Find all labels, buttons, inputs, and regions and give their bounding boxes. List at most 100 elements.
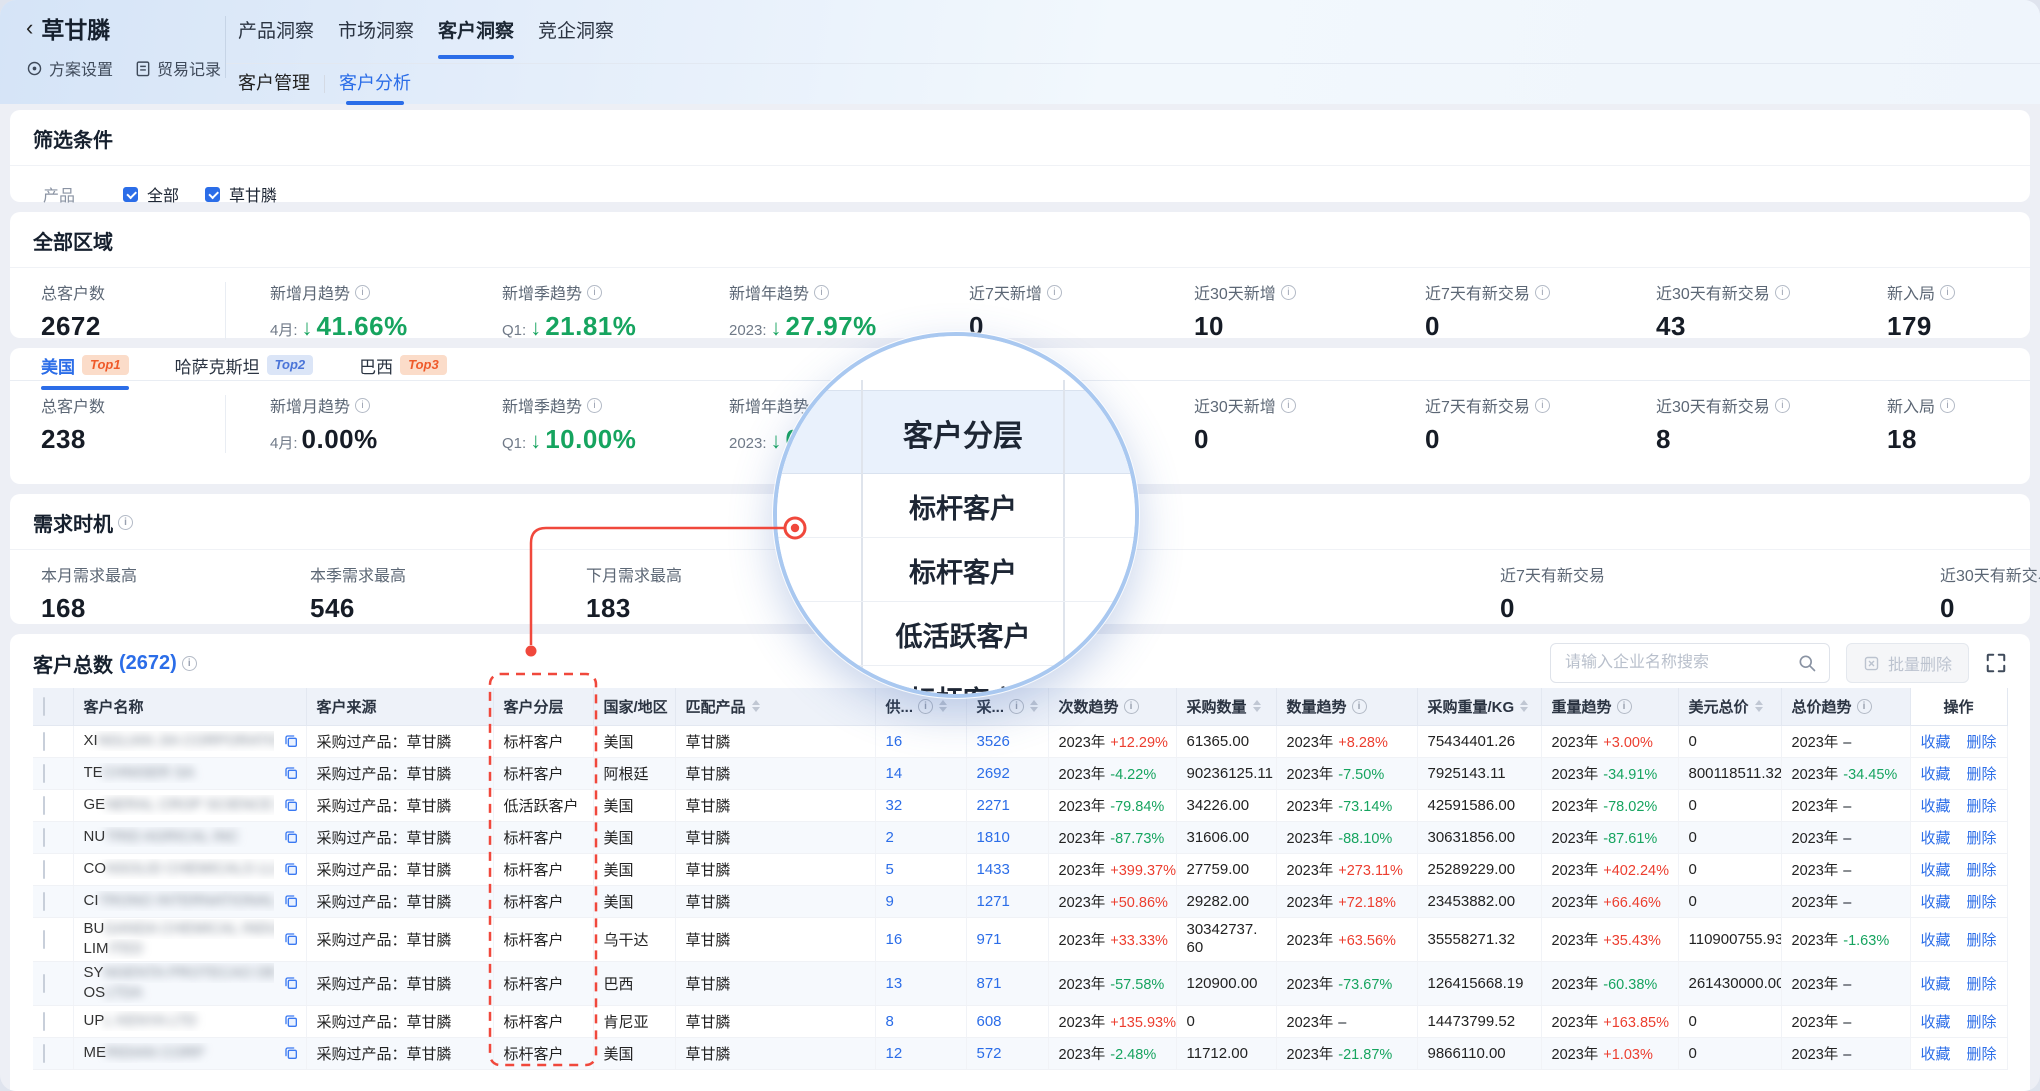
- delete-action[interactable]: 删除: [1967, 929, 1997, 950]
- supplier-count-link[interactable]: 14: [886, 765, 903, 782]
- purchase-count-link[interactable]: 2271: [977, 797, 1010, 814]
- info-icon[interactable]: i: [1940, 398, 1955, 413]
- supplier-count-link[interactable]: 12: [886, 1045, 903, 1062]
- country-tab-哈萨克斯坦[interactable]: 哈萨克斯坦Top2: [175, 353, 314, 390]
- checkbox[interactable]: [205, 187, 220, 202]
- supplier-count-link[interactable]: 9: [886, 893, 894, 910]
- filter-option-草甘膦[interactable]: 草甘膦: [205, 182, 277, 206]
- delete-action[interactable]: 删除: [1967, 731, 1997, 752]
- search-icon[interactable]: [1797, 653, 1817, 673]
- row-checkbox[interactable]: [43, 1044, 45, 1063]
- sub-tab-客户分析[interactable]: 客户分析: [339, 69, 411, 99]
- copy-icon[interactable]: [283, 975, 299, 991]
- copy-icon[interactable]: [283, 829, 299, 845]
- info-icon[interactable]: i: [1775, 398, 1790, 413]
- column-header-操作[interactable]: 操作: [1910, 688, 2007, 725]
- purchase-count-link[interactable]: 572: [977, 1045, 1002, 1062]
- plan-settings-button[interactable]: 方案设置: [26, 56, 113, 80]
- sort-icon[interactable]: [1520, 696, 1528, 716]
- checkbox[interactable]: [123, 187, 138, 202]
- copy-icon[interactable]: [283, 931, 299, 947]
- copy-icon[interactable]: [283, 765, 299, 781]
- row-checkbox[interactable]: [43, 860, 45, 879]
- supplier-count-link[interactable]: 8: [886, 1013, 894, 1030]
- column-header-客户分层[interactable]: 客户分层: [493, 688, 593, 725]
- supplier-count-link[interactable]: 5: [886, 861, 894, 878]
- copy-icon[interactable]: [283, 797, 299, 813]
- delete-action[interactable]: 删除: [1967, 891, 1997, 912]
- search-input[interactable]: [1563, 653, 1797, 673]
- copy-icon[interactable]: [283, 1013, 299, 1029]
- favorite-action[interactable]: 收藏: [1920, 929, 1950, 950]
- info-icon[interactable]: i: [1535, 398, 1550, 413]
- favorite-action[interactable]: 收藏: [1920, 731, 1950, 752]
- column-header-重量趋势[interactable]: 重量趋势i: [1541, 688, 1678, 725]
- purchase-count-link[interactable]: 1810: [977, 829, 1010, 846]
- column-header-美元总价[interactable]: 美元总价: [1678, 688, 1781, 725]
- info-icon[interactable]: i: [1617, 699, 1632, 714]
- supplier-count-link[interactable]: 16: [886, 733, 903, 750]
- sort-icon[interactable]: [1755, 696, 1763, 716]
- favorite-action[interactable]: 收藏: [1920, 1011, 1950, 1032]
- info-icon[interactable]: i: [814, 285, 829, 300]
- back-icon[interactable]: ‹: [26, 17, 33, 39]
- favorite-action[interactable]: 收藏: [1920, 795, 1950, 816]
- supplier-count-link[interactable]: 13: [886, 975, 903, 992]
- delete-action[interactable]: 删除: [1967, 827, 1997, 848]
- sub-tab-客户管理[interactable]: 客户管理: [238, 69, 310, 99]
- copy-icon[interactable]: [283, 1045, 299, 1061]
- sort-icon[interactable]: [1030, 696, 1038, 716]
- info-icon[interactable]: i: [355, 398, 370, 413]
- purchase-count-link[interactable]: 1433: [977, 861, 1010, 878]
- sort-icon[interactable]: [1253, 696, 1261, 716]
- select-all-checkbox[interactable]: [43, 697, 45, 716]
- info-icon[interactable]: i: [355, 285, 370, 300]
- purchase-count-link[interactable]: 1271: [977, 893, 1010, 910]
- delete-action[interactable]: 删除: [1967, 1011, 1997, 1032]
- info-icon[interactable]: i: [1775, 285, 1790, 300]
- favorite-action[interactable]: 收藏: [1920, 973, 1950, 994]
- column-header-总价趋势[interactable]: 总价趋势i: [1781, 688, 1910, 725]
- main-tab-竞企洞察[interactable]: 竞企洞察: [538, 16, 614, 61]
- favorite-action[interactable]: 收藏: [1920, 827, 1950, 848]
- favorite-action[interactable]: 收藏: [1920, 859, 1950, 880]
- supplier-count-link[interactable]: 32: [886, 797, 903, 814]
- info-icon[interactable]: i: [918, 699, 933, 714]
- info-icon[interactable]: i: [1281, 285, 1296, 300]
- filter-option-全部[interactable]: 全部: [123, 182, 179, 206]
- info-icon[interactable]: i: [1535, 285, 1550, 300]
- purchase-count-link[interactable]: 971: [977, 931, 1002, 948]
- info-icon[interactable]: i: [1857, 699, 1872, 714]
- delete-action[interactable]: 删除: [1967, 763, 1997, 784]
- row-checkbox[interactable]: [43, 892, 45, 911]
- row-checkbox[interactable]: [43, 828, 45, 847]
- row-checkbox[interactable]: [43, 1012, 45, 1031]
- trade-records-button[interactable]: 贸易记录: [135, 56, 221, 80]
- delete-action[interactable]: 删除: [1967, 795, 1997, 816]
- delete-action[interactable]: 删除: [1967, 973, 1997, 994]
- info-icon[interactable]: i: [587, 398, 602, 413]
- favorite-action[interactable]: 收藏: [1920, 1043, 1950, 1064]
- row-checkbox[interactable]: [43, 764, 45, 783]
- column-header-国家/地区[interactable]: 国家/地区: [593, 688, 675, 725]
- info-icon[interactable]: i: [1047, 285, 1062, 300]
- main-tab-市场洞察[interactable]: 市场洞察: [338, 16, 414, 61]
- info-icon[interactable]: i: [587, 285, 602, 300]
- info-icon[interactable]: i: [1940, 285, 1955, 300]
- info-icon[interactable]: i: [118, 515, 133, 530]
- column-header-采购数量[interactable]: 采购数量: [1176, 688, 1276, 725]
- column-header-客户来源[interactable]: 客户来源: [306, 688, 493, 725]
- column-header-采购重量/KG[interactable]: 采购重量/KG: [1417, 688, 1541, 725]
- copy-icon[interactable]: [283, 733, 299, 749]
- info-icon[interactable]: i: [1352, 699, 1367, 714]
- column-header-客户名称[interactable]: 客户名称: [73, 688, 306, 725]
- purchase-count-link[interactable]: 608: [977, 1013, 1002, 1030]
- purchase-count-link[interactable]: 2692: [977, 765, 1010, 782]
- country-tab-巴西[interactable]: 巴西Top3: [359, 353, 447, 390]
- row-checkbox[interactable]: [43, 930, 45, 949]
- copy-icon[interactable]: [283, 861, 299, 877]
- purchase-count-link[interactable]: 871: [977, 975, 1002, 992]
- supplier-count-link[interactable]: 16: [886, 931, 903, 948]
- purchase-count-link[interactable]: 3526: [977, 733, 1010, 750]
- sort-icon[interactable]: [752, 696, 760, 716]
